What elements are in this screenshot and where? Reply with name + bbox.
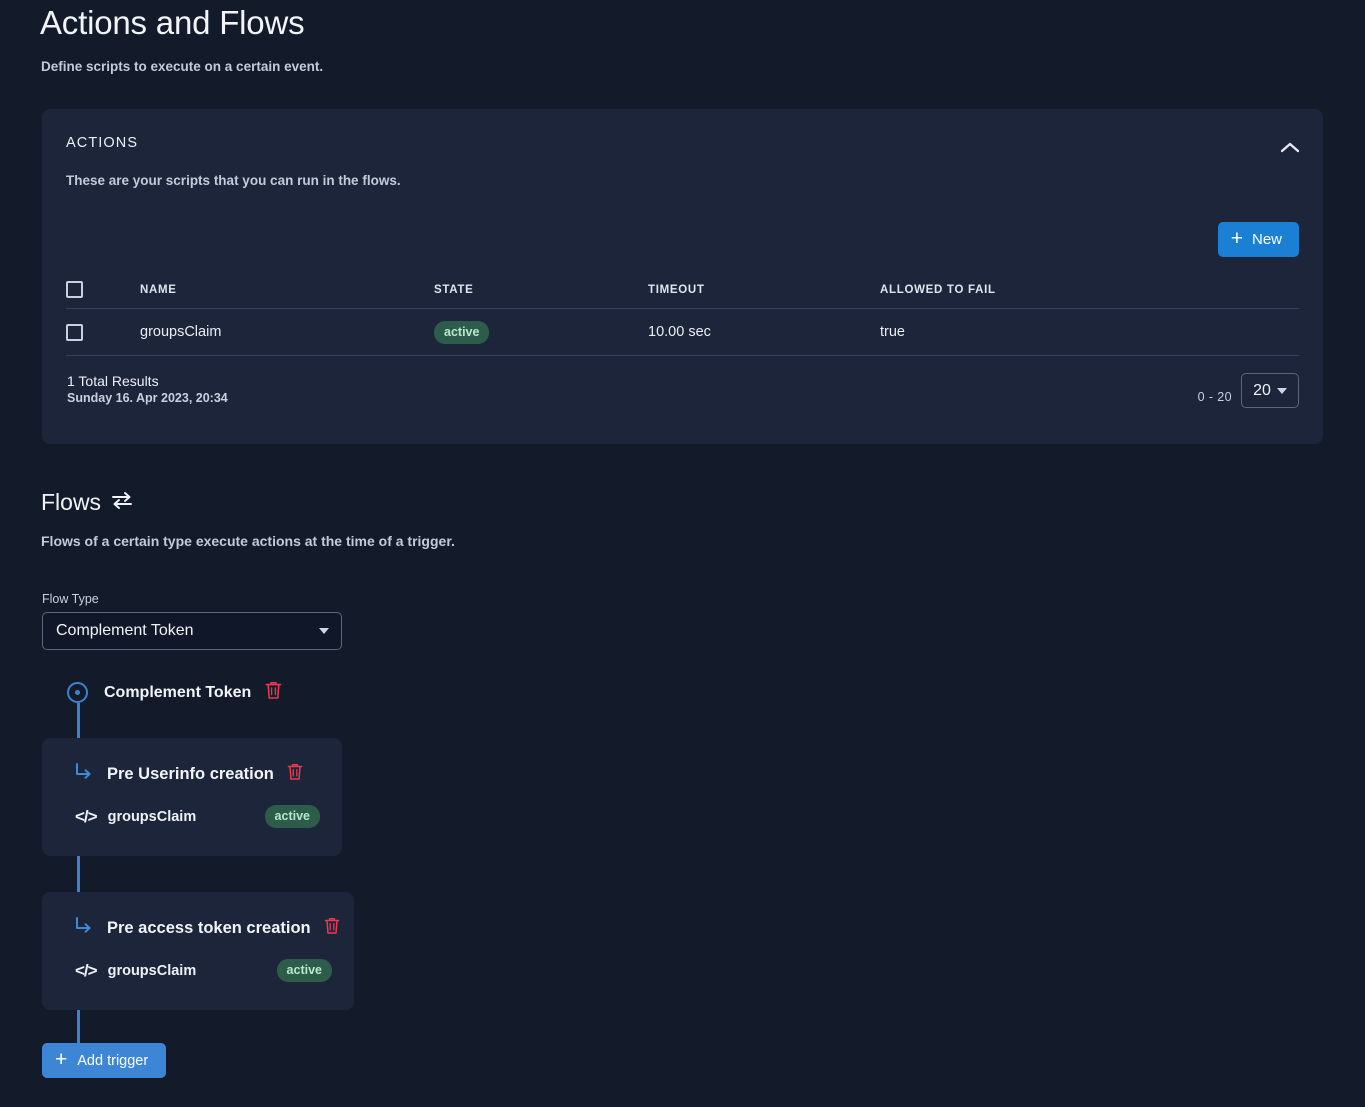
table-row[interactable]: groupsClaim active 10.00 sec true xyxy=(66,309,1299,356)
subdirectory-arrow-icon xyxy=(74,916,94,941)
status-badge: active xyxy=(265,805,320,828)
subdirectory-arrow-icon xyxy=(74,762,94,787)
add-trigger-button-label: Add trigger xyxy=(77,1053,148,1069)
actions-table: NAME STATE TIMEOUT ALLOWED TO FAIL group… xyxy=(66,271,1299,356)
code-icon: </> xyxy=(75,961,97,981)
table-header-row: NAME STATE TIMEOUT ALLOWED TO FAIL xyxy=(66,271,1299,309)
table-footer-summary: 1 Total Results Sunday 16. Apr 2023, 20:… xyxy=(67,373,228,405)
flow-type-label: Flow Type xyxy=(42,592,99,606)
trash-icon[interactable] xyxy=(265,681,282,705)
actions-card-description: These are your scripts that you can run … xyxy=(66,173,401,188)
chevron-down-icon xyxy=(319,628,329,634)
flow-root-node: Complement Token xyxy=(104,681,282,705)
cell-allowed-to-fail: true xyxy=(880,324,1299,340)
chevron-up-icon[interactable] xyxy=(1275,133,1305,161)
trigger-name: Pre access token creation xyxy=(107,919,311,938)
trigger-card[interactable]: Pre Userinfo creation </> groupsClaim ac… xyxy=(42,738,342,856)
status-badge: active xyxy=(277,959,332,982)
trigger-action-row[interactable]: </> groupsClaim active xyxy=(42,941,354,982)
select-all-cell xyxy=(66,281,140,298)
flow-type-value: Complement Token xyxy=(56,622,319,640)
cell-timeout: 10.00 sec xyxy=(648,324,880,340)
trigger-action-name: groupsClaim xyxy=(108,963,197,979)
trigger-header: Pre access token creation xyxy=(42,892,354,941)
pagination-range-label: 0 - 20 xyxy=(1198,390,1232,404)
trigger-action-name: groupsClaim xyxy=(108,809,197,825)
actions-card: ACTIONS These are your scripts that you … xyxy=(42,109,1323,444)
total-results-label: 1 Total Results xyxy=(67,373,228,389)
trigger-card[interactable]: Pre access token creation </> groupsClai… xyxy=(42,892,354,1010)
column-header-state: STATE xyxy=(434,284,648,296)
select-all-checkbox[interactable] xyxy=(66,281,83,298)
flows-section-description: Flows of a certain type execute actions … xyxy=(41,533,455,549)
trigger-action-row[interactable]: </> groupsClaim active xyxy=(42,787,342,828)
new-action-button-label: New xyxy=(1252,231,1282,248)
chevron-down-icon xyxy=(1277,388,1287,394)
add-trigger-button[interactable]: + Add trigger xyxy=(42,1043,166,1078)
trigger-header: Pre Userinfo creation xyxy=(42,738,342,787)
connector-trigger-1-to-2 xyxy=(77,856,80,893)
actions-and-flows-page: Actions and Flows Define scripts to exec… xyxy=(0,0,1365,1107)
page-title: Actions and Flows xyxy=(40,4,304,42)
swap-arrows-icon xyxy=(111,489,133,516)
actions-card-title: ACTIONS xyxy=(66,135,138,151)
row-select-cell xyxy=(66,324,140,341)
cell-name: groupsClaim xyxy=(140,324,434,340)
column-header-allowed-to-fail: ALLOWED TO FAIL xyxy=(880,284,1299,296)
flow-start-node-icon xyxy=(67,682,88,703)
connector-trigger-2-to-add xyxy=(77,1010,80,1045)
trash-icon[interactable] xyxy=(324,917,340,940)
status-badge: active xyxy=(434,321,489,344)
flow-type-select[interactable]: Complement Token xyxy=(42,612,342,650)
plus-icon: + xyxy=(55,1049,67,1070)
flow-root-label: Complement Token xyxy=(104,684,251,702)
column-header-timeout: TIMEOUT xyxy=(648,284,880,296)
row-checkbox[interactable] xyxy=(66,324,83,341)
page-size-value: 20 xyxy=(1253,382,1271,400)
trash-icon[interactable] xyxy=(287,763,303,786)
flows-section-title: Flows xyxy=(41,489,133,516)
flows-title-text: Flows xyxy=(41,489,101,516)
cell-state: active xyxy=(434,321,648,344)
plus-icon: + xyxy=(1231,228,1243,249)
connector-root-to-trigger-1 xyxy=(77,703,80,738)
page-size-select[interactable]: 20 xyxy=(1241,373,1299,408)
last-updated-label: Sunday 16. Apr 2023, 20:34 xyxy=(67,391,228,405)
new-action-button[interactable]: + New xyxy=(1218,222,1299,257)
column-header-name: NAME xyxy=(140,284,434,296)
page-subtitle: Define scripts to execute on a certain e… xyxy=(41,59,323,74)
code-icon: </> xyxy=(75,807,97,827)
trigger-name: Pre Userinfo creation xyxy=(107,765,274,784)
